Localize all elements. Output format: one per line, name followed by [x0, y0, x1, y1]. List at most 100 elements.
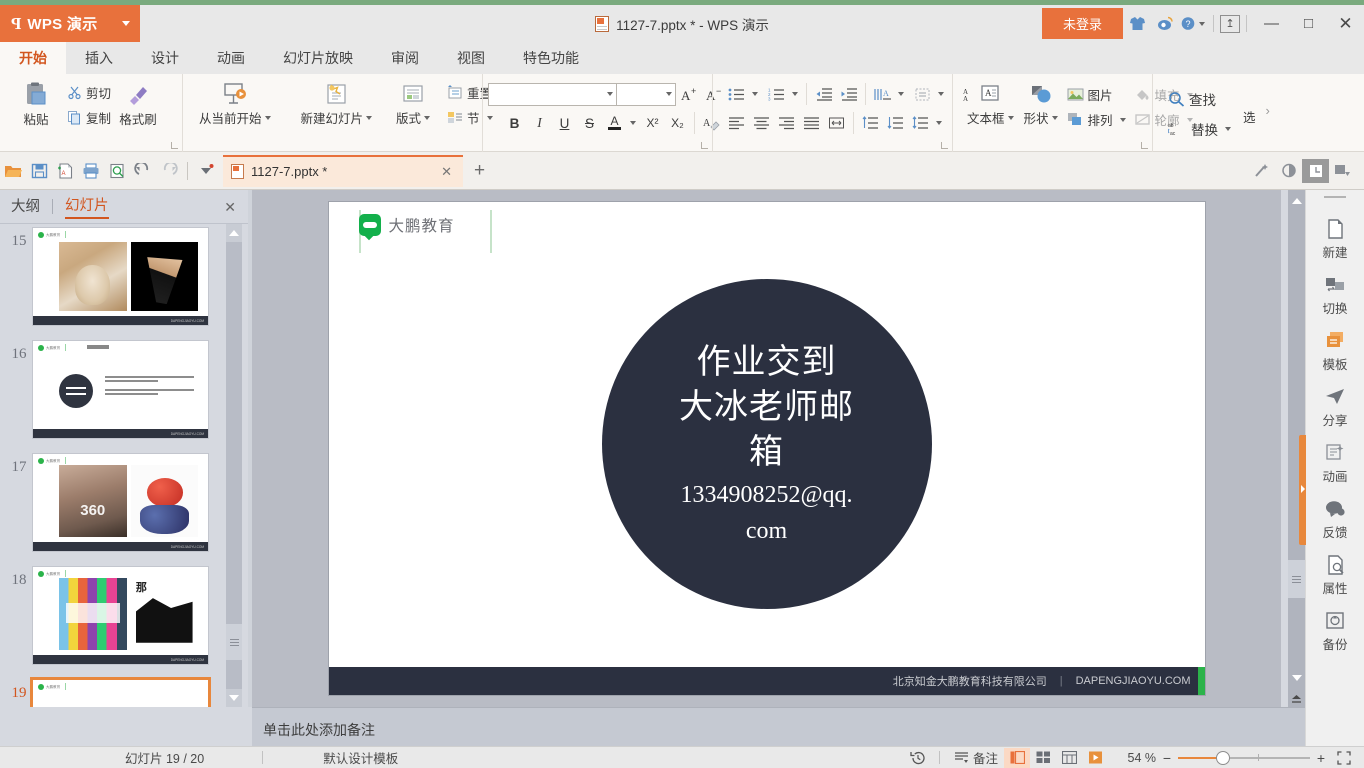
layout-icon[interactable] — [1302, 158, 1329, 183]
select-button[interactable]: 选 — [1239, 105, 1260, 128]
chevron-down-icon[interactable] — [666, 92, 672, 96]
paste-button[interactable]: 粘贴 — [9, 79, 63, 128]
line-spacing-button[interactable] — [908, 111, 933, 135]
replace-button[interactable]: ab ac 替换 — [1164, 115, 1235, 143]
chevron-down-icon[interactable] — [752, 92, 758, 96]
previous-slide-button[interactable] — [1288, 688, 1305, 708]
document-tab[interactable]: 1127-7.pptx * ✕ — [223, 154, 463, 187]
tab-special-features[interactable]: 特色功能 — [504, 42, 598, 74]
sidebar-item-animation[interactable]: 动画 — [1306, 436, 1364, 492]
ribbon-expand-chevron-icon[interactable]: › — [1266, 103, 1270, 118]
zoom-slider[interactable] — [1178, 748, 1310, 768]
sidebar-item-new[interactable]: 新建 — [1306, 212, 1364, 268]
chevron-down-icon[interactable] — [264, 115, 271, 120]
zoom-slider-handle[interactable] — [1216, 750, 1230, 765]
ink-icon[interactable] — [1275, 159, 1302, 183]
chevron-down-icon[interactable] — [122, 21, 130, 26]
grow-font-button[interactable]: A + — [676, 82, 701, 106]
chevron-down-icon[interactable] — [1007, 115, 1014, 120]
chevron-down-icon[interactable] — [936, 121, 942, 125]
tab-slideshow[interactable]: 幻灯片放映 — [264, 42, 372, 74]
weibo-icon[interactable] — [1151, 5, 1179, 42]
normal-view-icon[interactable] — [1004, 747, 1030, 768]
close-button[interactable]: ✕ — [1327, 5, 1364, 42]
align-right-button[interactable] — [774, 111, 799, 135]
new-slide-button[interactable]: 新建幻灯片 — [296, 79, 378, 127]
arrange-button[interactable]: 排列 — [1063, 108, 1130, 131]
tab-slides[interactable]: 幻灯片 — [65, 194, 109, 219]
line-spacing-increase-button[interactable] — [858, 111, 883, 135]
new-tab-button[interactable]: + — [463, 160, 496, 182]
tab-outline[interactable]: 大纲 — [11, 195, 40, 218]
tab-design[interactable]: 设计 — [132, 42, 198, 74]
scrollbar-thumb[interactable] — [1288, 560, 1305, 598]
slide-thumbnail-15[interactable]: 大鹏教育 DAPENGJIAOYU.COM — [32, 227, 209, 326]
bold-button[interactable]: B — [502, 111, 527, 135]
chevron-down-icon[interactable] — [1051, 115, 1058, 120]
superscript-button[interactable]: X² — [640, 111, 665, 135]
bullet-list-button[interactable] — [724, 82, 749, 106]
login-button[interactable]: 未登录 — [1041, 8, 1123, 39]
subscript-button[interactable]: X₂ — [665, 111, 690, 135]
start-from-current-button[interactable]: 从当前开始 — [194, 79, 276, 127]
print-icon[interactable] — [78, 152, 104, 190]
text-direction-button[interactable]: A — [870, 82, 895, 106]
picture-button[interactable]: 图片 — [1063, 83, 1130, 106]
decrease-indent-button[interactable] — [811, 82, 836, 106]
thumbnail-scrollbar[interactable] — [226, 224, 242, 707]
find-button[interactable]: 查找 — [1164, 85, 1235, 113]
notes-toggle-button[interactable]: 备注 — [948, 748, 1004, 767]
scroll-up-button[interactable] — [1288, 190, 1305, 211]
export-pdf-icon[interactable]: A — [52, 152, 78, 190]
slide-thumbnail-17[interactable]: 大鹏教育 DAPENGJIAOYU.COM — [32, 453, 209, 552]
cut-button[interactable]: 剪切 — [63, 81, 115, 104]
line-spacing-decrease-button[interactable] — [883, 111, 908, 135]
customize-icon[interactable] — [193, 152, 219, 190]
font-size-input[interactable] — [617, 82, 676, 106]
distribute-button[interactable] — [824, 111, 849, 135]
sidebar-expand-flap[interactable] — [1299, 435, 1306, 545]
slide-thumbnail-18[interactable]: 大鹏教育 DAPENGJIAOYU.COM — [32, 566, 209, 665]
italic-button[interactable]: I — [527, 111, 552, 135]
scroll-down-button[interactable] — [1288, 667, 1305, 688]
format-painter-button[interactable]: 格式刷 — [115, 79, 161, 128]
history-icon[interactable] — [905, 748, 931, 768]
zoom-in-button[interactable]: + — [1310, 750, 1332, 766]
font-color-button[interactable]: A — [602, 111, 627, 135]
reading-view-icon[interactable] — [1056, 748, 1082, 768]
underline-button[interactable]: U — [552, 111, 577, 135]
slide-thumbnail-19[interactable]: 大鹏教育 作业交到 — [30, 677, 211, 707]
chevron-down-icon[interactable] — [424, 115, 431, 120]
sidebar-item-transition[interactable]: 切换 — [1306, 268, 1364, 324]
tab-animation[interactable]: 动画 — [198, 42, 264, 74]
textbox-button[interactable]: A 文本框 — [962, 79, 1019, 127]
tab-review[interactable]: 审阅 — [372, 42, 438, 74]
undo-icon[interactable] — [130, 152, 156, 190]
shape-button[interactable]: 形状 — [1019, 79, 1063, 127]
tab-view[interactable]: 视图 — [438, 42, 504, 74]
align-text-button[interactable] — [910, 82, 935, 106]
current-slide[interactable]: 大鹏教育 作业交到 大冰老师邮 箱 1334908252@qq. com 北京知… — [328, 202, 1205, 695]
chevron-down-icon[interactable] — [898, 92, 904, 96]
fit-to-window-icon[interactable] — [1332, 750, 1356, 765]
paragraph-dialog-launcher[interactable] — [941, 142, 948, 149]
tab-insert[interactable]: 插入 — [66, 42, 132, 74]
print-preview-icon[interactable] — [104, 152, 130, 190]
chevron-down-icon[interactable] — [1225, 127, 1231, 131]
minimize-button[interactable]: — — [1253, 5, 1290, 42]
align-left-button[interactable] — [724, 111, 749, 135]
chevron-down-icon[interactable] — [1199, 21, 1205, 26]
more-icon[interactable] — [1329, 159, 1356, 183]
copy-button[interactable]: 复制 — [63, 106, 115, 129]
sidebar-item-backup[interactable]: 备份 — [1306, 604, 1364, 660]
layout-button[interactable]: 版式 — [391, 79, 435, 127]
chevron-down-icon[interactable] — [792, 92, 798, 96]
numbered-list-button[interactable]: 1 2 3 — [764, 82, 789, 106]
slideshow-icon[interactable] — [1082, 748, 1108, 768]
sidebar-item-properties[interactable]: 属性 — [1306, 548, 1364, 604]
drawing-dialog-launcher[interactable] — [1141, 142, 1148, 149]
scrollbar-thumb[interactable] — [226, 624, 242, 660]
zoom-out-button[interactable]: − — [1156, 750, 1178, 766]
strikethrough-button[interactable]: S — [577, 111, 602, 135]
maximize-button[interactable]: □ — [1290, 5, 1327, 42]
